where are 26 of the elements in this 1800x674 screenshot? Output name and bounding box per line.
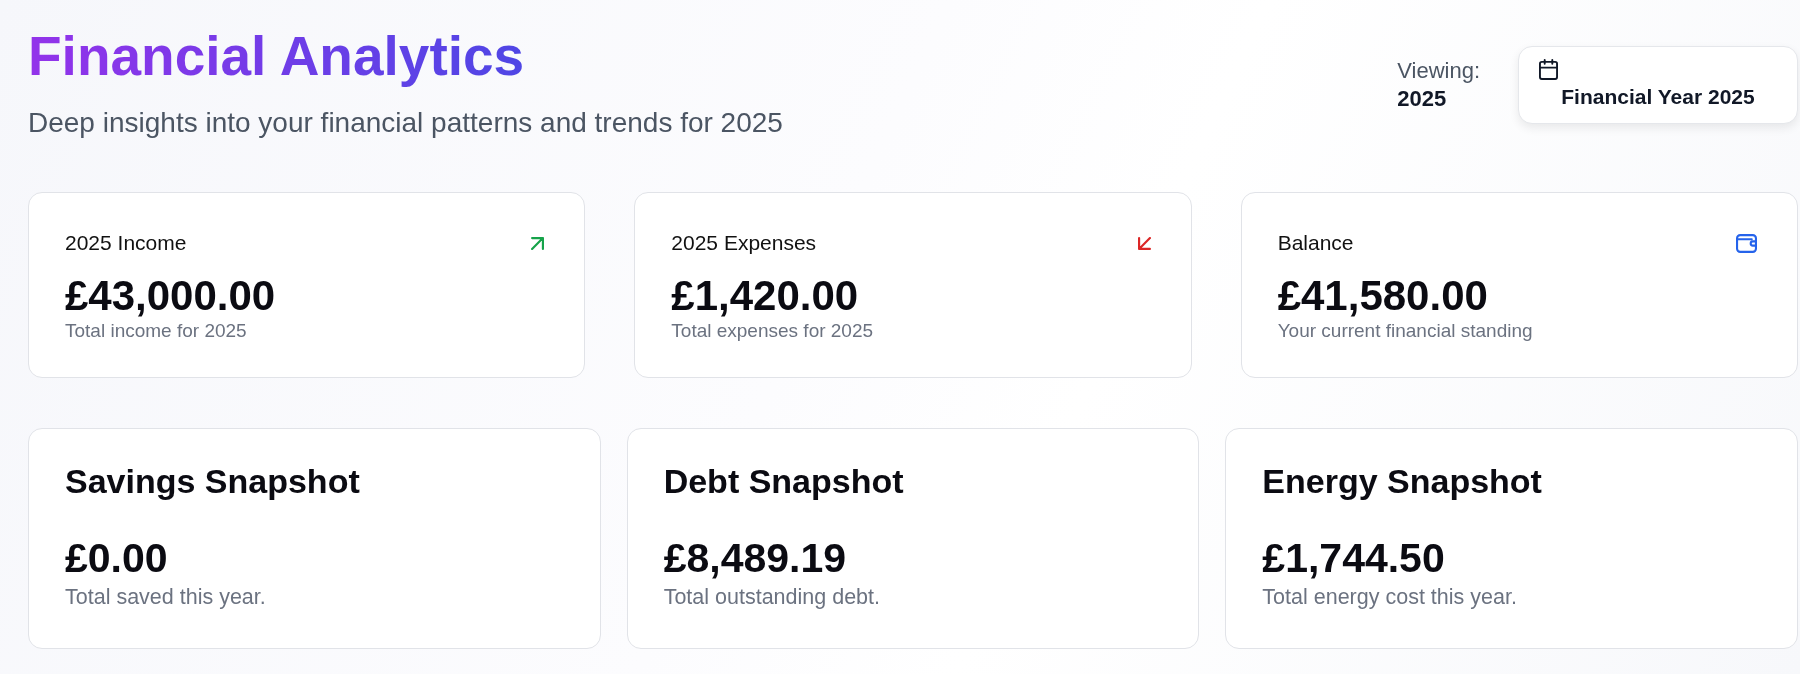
snapshot-title: Savings Snapshot xyxy=(65,461,360,503)
snapshot-amount: £8,489.19 xyxy=(663,538,847,580)
card-description: Total expenses for 2025 xyxy=(671,318,874,343)
arrow-down-left-icon xyxy=(1137,236,1151,250)
wallet-icon xyxy=(1736,233,1757,253)
calendar-icon xyxy=(1539,59,1558,80)
snapshot-description: Total saved this year. xyxy=(65,584,266,612)
card-label: 2025 Income xyxy=(65,230,187,257)
card-description: Your current financial standing xyxy=(1277,318,1533,343)
snapshot-title: Energy Snapshot xyxy=(1262,461,1542,503)
card-label: 2025 Expenses xyxy=(671,230,817,257)
card-description: Total income for 2025 xyxy=(65,318,247,343)
viewing-year: 2025 xyxy=(1397,85,1447,114)
snapshot-description: Total outstanding debt. xyxy=(663,584,880,612)
snapshot-description: Total energy cost this year. xyxy=(1262,584,1517,612)
arrow-up-right-icon xyxy=(531,236,545,250)
year-button[interactable]: Financial Year 2025 xyxy=(1518,46,1798,125)
card-amount: £1,420.00 xyxy=(671,274,859,317)
snapshot-amount: £1,744.50 xyxy=(1262,538,1445,580)
page-subtitle: Deep insights into your financial patterns and trends for 2025 xyxy=(28,106,783,140)
snapshot-amount: £0.00 xyxy=(65,538,168,580)
viewing-label: Viewing: xyxy=(1397,56,1480,85)
card-label: Balance xyxy=(1277,230,1354,257)
snapshot-title: Debt Snapshot xyxy=(663,461,904,503)
card-amount: £41,580.00 xyxy=(1277,274,1488,317)
card-amount: £43,000.00 xyxy=(65,274,276,317)
